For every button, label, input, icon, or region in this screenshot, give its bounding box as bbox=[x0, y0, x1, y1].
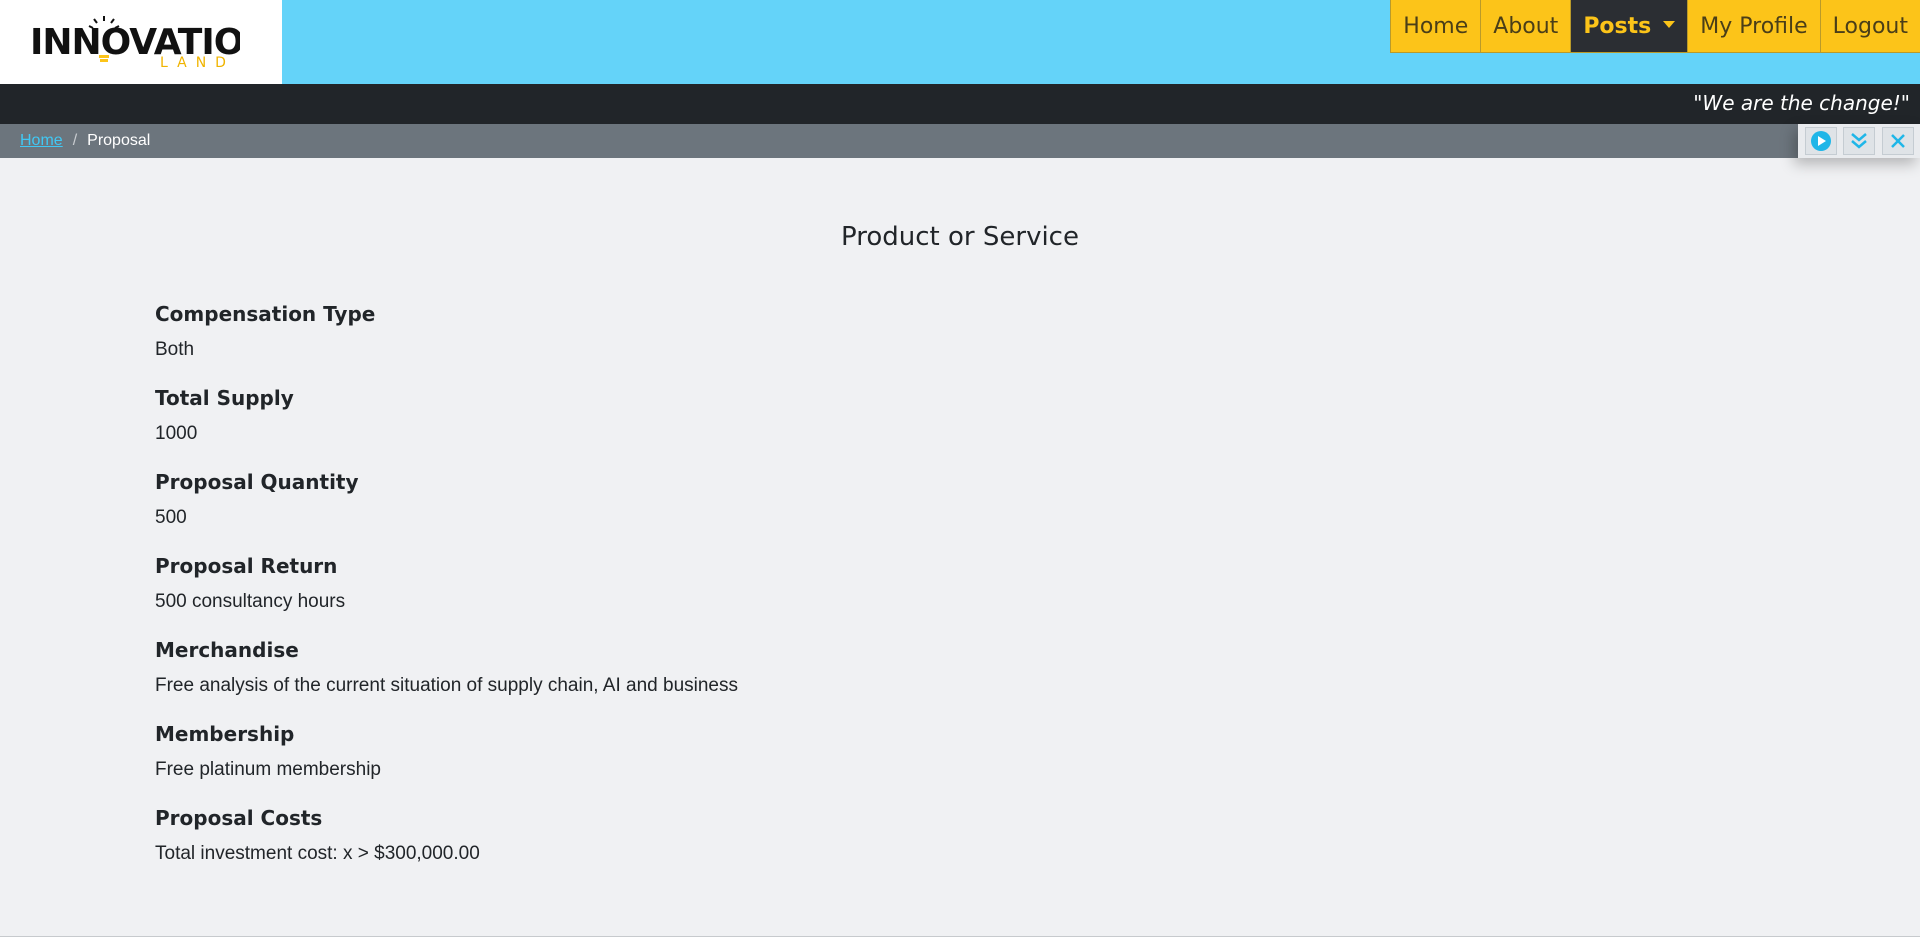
slogan-bar: "We are the change!" bbox=[0, 84, 1920, 124]
nav-posts-label: Posts bbox=[1583, 13, 1652, 39]
slogan-text: "We are the change!" bbox=[1693, 91, 1910, 115]
breadcrumb-separator: / bbox=[72, 132, 78, 149]
field-membership: Membership Free platinum membership bbox=[155, 722, 738, 806]
field-compensation-type: Compensation Type Both bbox=[155, 302, 738, 386]
collapse-button[interactable] bbox=[1843, 127, 1875, 155]
floating-control-panel bbox=[1798, 124, 1920, 158]
field-value: Free analysis of the current situation o… bbox=[155, 675, 738, 696]
close-icon bbox=[1890, 134, 1905, 148]
play-icon bbox=[1810, 131, 1831, 151]
caret-down-icon bbox=[1663, 20, 1676, 28]
nav-home[interactable]: Home bbox=[1390, 0, 1481, 53]
field-label: Proposal Return bbox=[155, 554, 338, 578]
field-total-supply: Total Supply 1000 bbox=[155, 386, 738, 470]
innovation-land-logo: INNOVATION LAND bbox=[30, 16, 240, 70]
field-label: Membership bbox=[155, 722, 295, 746]
field-proposal-costs: Proposal Costs Total investment cost: x … bbox=[155, 806, 738, 890]
svg-text:LAND: LAND bbox=[160, 55, 235, 70]
field-value: Total investment cost: x > $300,000.00 bbox=[155, 843, 480, 864]
top-header: INNOVATION LAND Home About Posts My Prof… bbox=[0, 0, 1920, 84]
field-value: Free platinum membership bbox=[155, 759, 381, 780]
field-label: Proposal Costs bbox=[155, 806, 323, 830]
field-label: Proposal Quantity bbox=[155, 470, 359, 494]
breadcrumb: Home / Proposal bbox=[20, 132, 150, 150]
field-label: Compensation Type bbox=[155, 302, 376, 326]
field-value: 1000 bbox=[155, 423, 198, 444]
field-value: 500 bbox=[155, 507, 187, 528]
proposal-details: Compensation Type Both Total Supply 1000… bbox=[155, 302, 738, 890]
nav-logout[interactable]: Logout bbox=[1819, 0, 1920, 53]
nav-my-profile[interactable]: My Profile bbox=[1687, 0, 1820, 53]
breadcrumb-bar: Home / Proposal bbox=[0, 124, 1920, 158]
field-proposal-return: Proposal Return 500 consultancy hours bbox=[155, 554, 738, 638]
field-label: Merchandise bbox=[155, 638, 299, 662]
main-nav: Home About Posts My Profile Logout bbox=[1390, 0, 1920, 53]
field-proposal-quantity: Proposal Quantity 500 bbox=[155, 470, 738, 554]
logo-link[interactable]: INNOVATION LAND bbox=[0, 0, 282, 84]
field-merchandise: Merchandise Free analysis of the current… bbox=[155, 638, 738, 722]
field-value: Both bbox=[155, 339, 195, 360]
breadcrumb-current: Proposal bbox=[87, 132, 151, 149]
double-chevron-down-icon bbox=[1851, 133, 1867, 149]
page-title: Product or Service bbox=[841, 222, 1079, 252]
close-button[interactable] bbox=[1881, 127, 1914, 155]
field-value: 500 consultancy hours bbox=[155, 591, 346, 612]
play-button[interactable] bbox=[1804, 127, 1837, 155]
field-label: Total Supply bbox=[155, 386, 294, 410]
nav-posts-dropdown[interactable]: Posts bbox=[1570, 0, 1688, 53]
nav-about[interactable]: About bbox=[1480, 0, 1571, 53]
breadcrumb-home-link[interactable]: Home bbox=[20, 132, 63, 150]
